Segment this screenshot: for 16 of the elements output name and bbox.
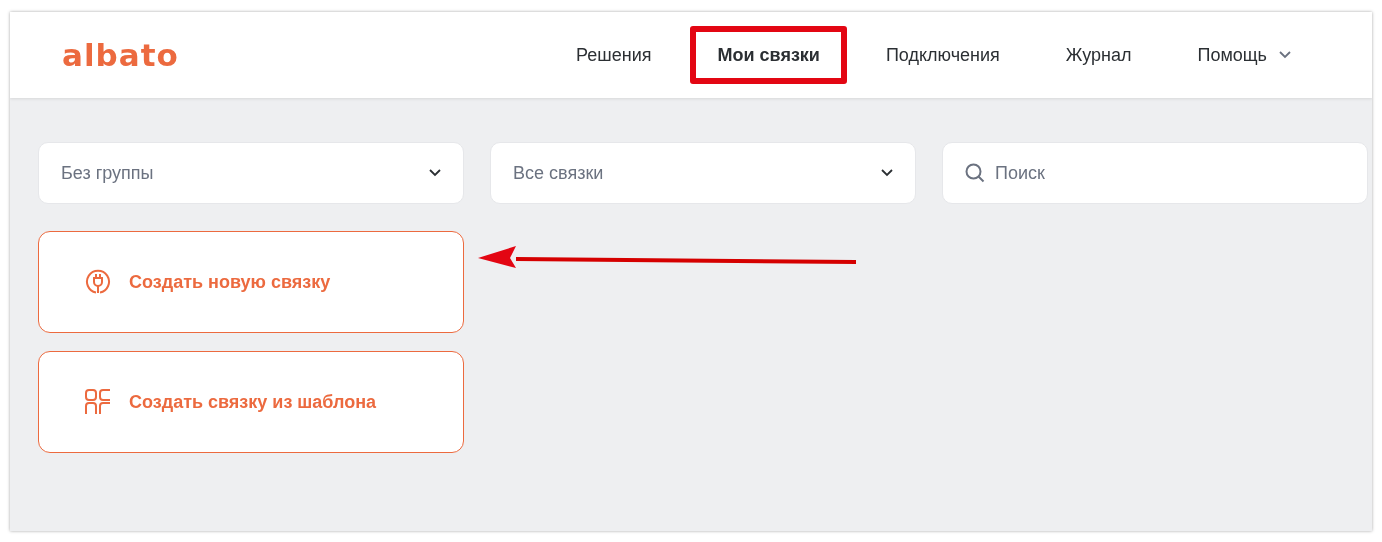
template-icon	[85, 389, 111, 415]
create-card-button[interactable]: Создать новую связку	[38, 231, 464, 333]
create-card-button[interactable]: Создать связку из шаблона	[38, 351, 464, 453]
dropdown-select[interactable]: Без группы	[38, 142, 464, 204]
nav-link[interactable]: Подключения	[858, 26, 1027, 84]
nav-link[interactable]: Помощь	[1170, 26, 1318, 84]
nav-link[interactable]: Мои связки	[690, 26, 847, 84]
chevron-down-icon	[429, 169, 441, 177]
search-field[interactable]: Поиск	[942, 142, 1368, 204]
nav-link[interactable]: Решения	[549, 26, 679, 84]
dropdown-select[interactable]: Все связки	[490, 142, 916, 204]
chevron-down-icon	[881, 169, 893, 177]
plug-icon	[85, 269, 111, 295]
nav-link[interactable]: Журнал	[1038, 26, 1159, 84]
search-icon	[965, 163, 985, 183]
albato-logo[interactable]: albato	[62, 37, 179, 73]
